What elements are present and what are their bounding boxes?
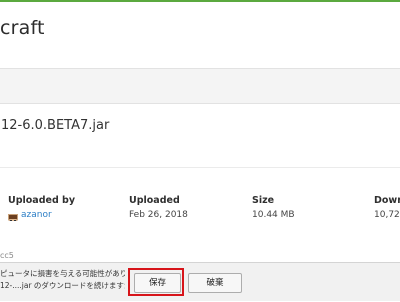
size-value: 10.44 MB — [252, 210, 295, 220]
warning-line-1: ピュータに損害を与える可能性があり — [0, 269, 125, 278]
uploader-link[interactable]: azanor — [21, 210, 52, 220]
download-warning-bar: ピュータに損害を与える可能性があり 12-....jar のダウンロードを続けま… — [0, 262, 400, 301]
downloads-value: 10,724 — [374, 210, 400, 220]
download-warning-message: ピュータに損害を与える可能性があり 12-....jar のダウンロードを続けま… — [0, 268, 125, 292]
project-title: craft — [0, 17, 45, 39]
uploaded-date: Feb 26, 2018 — [129, 210, 188, 220]
size-label: Size — [252, 195, 275, 206]
file-hash: cc5 — [0, 251, 14, 260]
avatar — [8, 210, 18, 221]
save-button[interactable]: 保存 — [134, 273, 181, 293]
browser-window: craft 12-6.0.BETA7.jar Uploaded by azano… — [0, 0, 400, 302]
divider — [0, 167, 400, 168]
uploaded-label: Uploaded — [129, 195, 180, 206]
uploader-name-link[interactable]: azanor — [21, 210, 52, 220]
project-header: craft — [0, 2, 400, 69]
tab-bar-area — [0, 69, 400, 103]
uploaded-by-label: Uploaded by — [8, 195, 76, 206]
downloads-label: Down — [374, 195, 400, 206]
file-name: 12-6.0.BETA7.jar — [1, 118, 110, 133]
discard-button[interactable]: 破棄 — [188, 273, 242, 293]
warning-line-2: 12-....jar のダウンロードを続けますか？ — [0, 281, 125, 290]
avatar-icon — [8, 214, 18, 221]
